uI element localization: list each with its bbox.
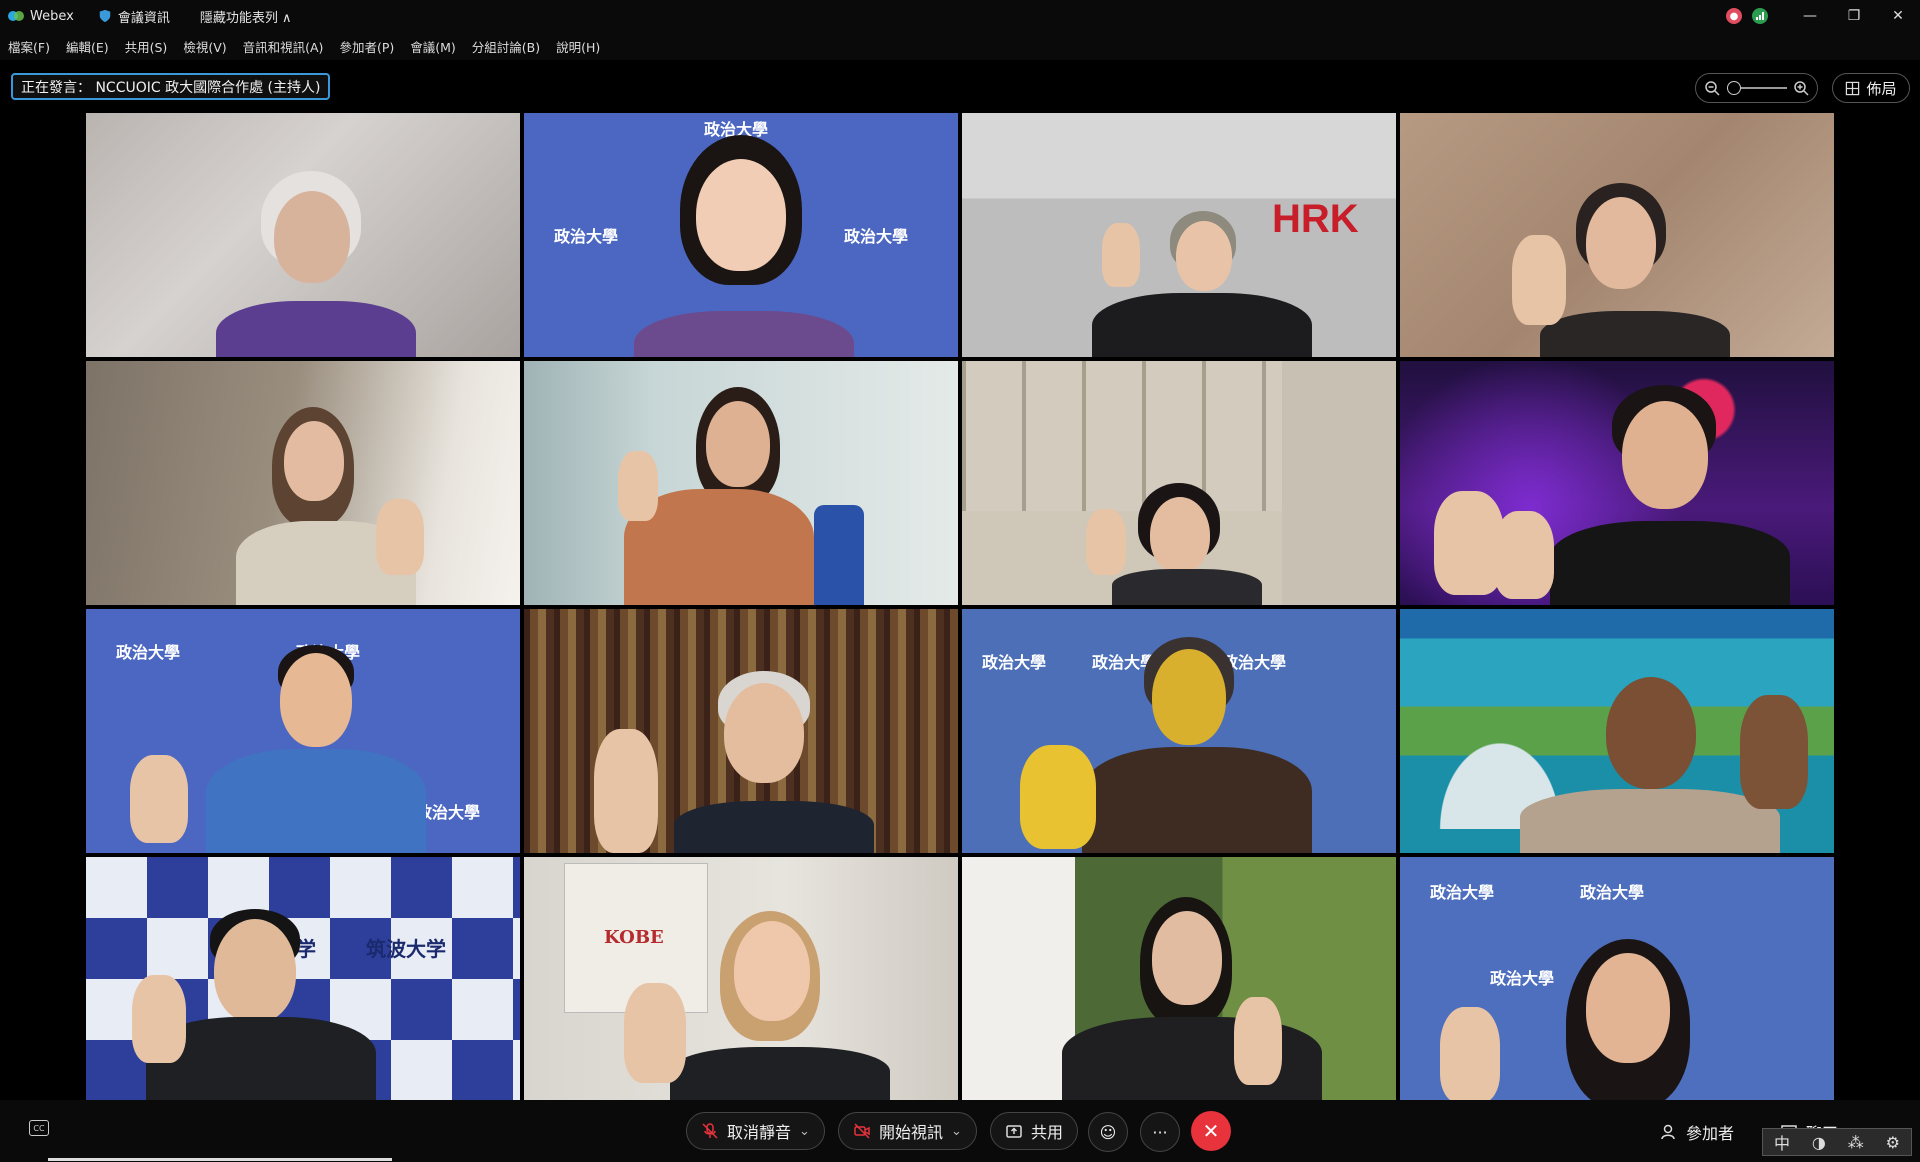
tile-banner-text: 政治大學 (982, 653, 1047, 672)
zoom-slider-thumb[interactable] (1726, 81, 1741, 95)
tile-banner-text: 政治大學 (1490, 969, 1555, 988)
menu-file[interactable]: 檔案(F) (8, 37, 50, 56)
menu-help[interactable]: 說明(H) (556, 37, 600, 56)
mic-muted-icon (702, 1123, 718, 1139)
more-options-icon[interactable]: ··· (1140, 1112, 1180, 1152)
layout-button[interactable]: 佈局 (1832, 73, 1910, 103)
start-video-button[interactable]: 開始視訊 ⌄ (838, 1112, 977, 1150)
tile-banner-text: 政治大學 (844, 227, 909, 246)
share-label: 共用 (1031, 1123, 1064, 1142)
participants-button[interactable]: 參加者 (1660, 1120, 1734, 1144)
zoom-slider[interactable] (1726, 81, 1787, 95)
person-icon (1661, 1124, 1675, 1140)
recording-status-icon[interactable]: ● (1726, 8, 1742, 24)
video-tile[interactable]: HRK (962, 113, 1396, 357)
settings-icon[interactable]: ⚙ (1886, 1133, 1900, 1152)
zoom-out-icon[interactable] (1704, 80, 1720, 96)
video-tile[interactable] (86, 361, 520, 605)
tile-banner-text: 政治大學 (1430, 883, 1495, 902)
video-tile[interactable] (86, 113, 520, 357)
app-name: Webex (30, 8, 74, 24)
grid-layout-icon (1846, 81, 1860, 95)
video-tile[interactable] (524, 609, 958, 853)
active-speaker-label: 正在發言： NCCUOIC 政大國際合作處 (主持人) (11, 73, 331, 100)
closed-captions-icon[interactable]: CC (29, 1120, 49, 1136)
unmute-button[interactable]: 取消靜音 ⌄ (686, 1112, 825, 1150)
shield-icon (99, 9, 111, 23)
punctuation-icon[interactable]: ⁂ (1848, 1133, 1864, 1152)
video-tile[interactable] (962, 361, 1396, 605)
close-icon[interactable]: ✕ (1876, 0, 1920, 32)
menu-breakout[interactable]: 分組討論(B) (472, 37, 540, 56)
ime-language-indicator[interactable]: 中 (1774, 1130, 1790, 1154)
unmute-label: 取消靜音 (727, 1123, 792, 1142)
meeting-info-button[interactable]: 會議資訊 (98, 7, 170, 26)
video-tile[interactable] (1400, 361, 1834, 605)
chevron-down-icon[interactable]: ⌄ (799, 1124, 810, 1139)
menu-bar: 檔案(F) 編輯(E) 共用(S) 檢視(V) 音訊和視訊(A) 參加者(P) … (0, 32, 1920, 60)
share-icon (1006, 1125, 1022, 1138)
menu-audio-video[interactable]: 音訊和視訊(A) (243, 37, 324, 56)
tile-banner-text: HRK (1272, 197, 1359, 241)
video-tile[interactable]: 政治大學 政治大學 政治大學 (962, 609, 1396, 853)
zoom-in-icon[interactable] (1793, 80, 1809, 96)
restore-icon[interactable]: ❐ (1832, 0, 1876, 32)
video-tile[interactable] (962, 857, 1396, 1101)
layout-button-label: 佈局 (1866, 79, 1897, 98)
webex-logo: Webex (8, 8, 74, 24)
leave-meeting-button[interactable]: ✕ (1191, 1111, 1231, 1151)
half-moon-icon[interactable]: ◑ (1812, 1133, 1826, 1152)
menu-participants[interactable]: 參加者(P) (339, 37, 394, 56)
menu-view[interactable]: 檢視(V) (183, 37, 226, 56)
video-grid: 政治大學 政治大學 政治大學 HRK 政治大學 政治大學 政治大學 政治大學 政… (86, 113, 1836, 1101)
meeting-info-label: 會議資訊 (117, 10, 170, 26)
video-tile[interactable] (1400, 113, 1834, 357)
network-health-icon[interactable] (1752, 8, 1768, 24)
video-tile[interactable]: 筑波大学 筑波大学 (86, 857, 520, 1101)
zoom-control[interactable] (1695, 73, 1818, 103)
video-tile[interactable]: 政治大學 政治大學 政治大學 (524, 113, 958, 357)
participants-label: 參加者 (1686, 1124, 1735, 1143)
meeting-control-bar: CC 取消靜音 ⌄ 開始視訊 ⌄ 共用 ☺ ··· ✕ 參加者 聊天 (0, 1100, 1920, 1162)
tile-banner-text: 筑波大学 (366, 937, 446, 961)
tile-banner-text: 政治大學 (116, 643, 181, 662)
share-button[interactable]: 共用 (990, 1112, 1079, 1150)
menu-meeting[interactable]: 會議(M) (410, 37, 456, 56)
reactions-icon[interactable]: ☺ (1088, 1112, 1128, 1152)
menu-share[interactable]: 共用(S) (125, 37, 168, 56)
tile-banner-text: 政治大學 (554, 227, 619, 246)
minimize-icon[interactable]: — (1788, 0, 1832, 32)
video-off-icon (854, 1123, 870, 1139)
chevron-down-icon[interactable]: ⌄ (951, 1124, 962, 1139)
video-tile[interactable]: 政治大學 政治大學 政治大學 (1400, 857, 1834, 1101)
webex-icon (8, 11, 24, 21)
ime-toolbar: 中 ◑ ⁂ ⚙ (1762, 1128, 1912, 1156)
hide-menu-bar-button[interactable]: 隱藏功能表列 ∧ (200, 7, 292, 26)
video-tile[interactable]: 政治大學 政治大學 政治大學 (86, 609, 520, 853)
hide-menu-bar-label: 隱藏功能表列 ∧ (199, 10, 292, 26)
horizontal-scrollbar[interactable] (48, 1158, 392, 1161)
video-tile[interactable]: KOBE (524, 857, 958, 1101)
start-video-label: 開始視訊 (879, 1123, 944, 1142)
video-tile[interactable] (524, 361, 958, 605)
tile-banner-text: 政治大學 (1580, 883, 1645, 902)
video-tile[interactable] (1400, 609, 1834, 853)
title-bar: Webex 會議資訊 隱藏功能表列 ∧ ● — ❐ ✕ (0, 0, 1920, 32)
tile-banner-text: KOBE (604, 927, 664, 948)
menu-edit[interactable]: 編輯(E) (66, 37, 109, 56)
